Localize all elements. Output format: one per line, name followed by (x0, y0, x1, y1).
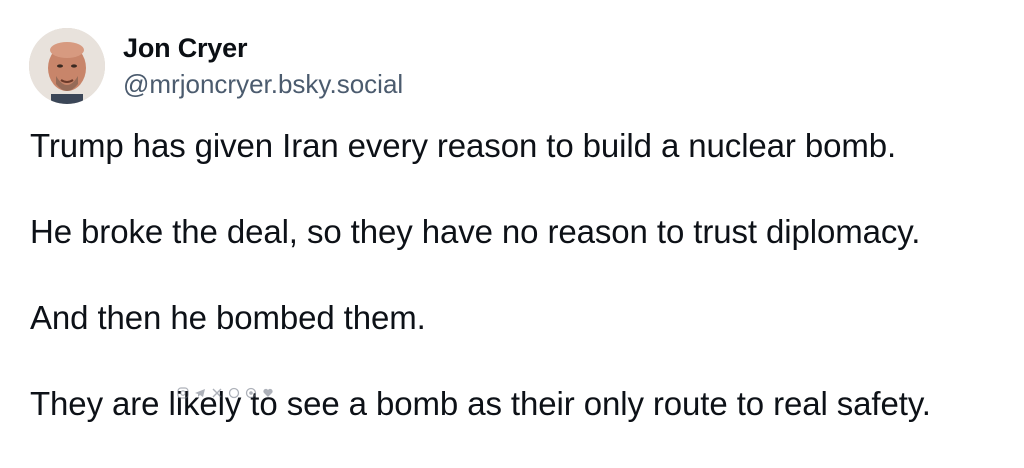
post-paragraph: And then he bombed them. (30, 299, 426, 336)
post-body: Trump has given Iran every reason to bui… (30, 124, 1000, 468)
instagram-icon (176, 386, 189, 399)
watermark (176, 386, 274, 399)
avatar-image (29, 28, 105, 104)
telegram-icon (193, 386, 206, 399)
author-info: Jon Cryer @mrjoncryer.bsky.social (123, 31, 403, 101)
avatar[interactable] (29, 28, 105, 104)
post-header: Jon Cryer @mrjoncryer.bsky.social (29, 28, 403, 104)
author-display-name[interactable]: Jon Cryer (123, 31, 403, 65)
heart-icon (261, 386, 274, 399)
post-card: Jon Cryer @mrjoncryer.bsky.social Trump … (0, 0, 1024, 439)
threads-icon (227, 386, 240, 399)
author-handle[interactable]: @mrjoncryer.bsky.social (123, 67, 403, 101)
x-icon (210, 386, 223, 399)
bluesky-icon (244, 386, 257, 399)
post-paragraph: He broke the deal, so they have no reaso… (30, 213, 921, 250)
post-paragraph: Trump has given Iran every reason to bui… (30, 127, 897, 164)
